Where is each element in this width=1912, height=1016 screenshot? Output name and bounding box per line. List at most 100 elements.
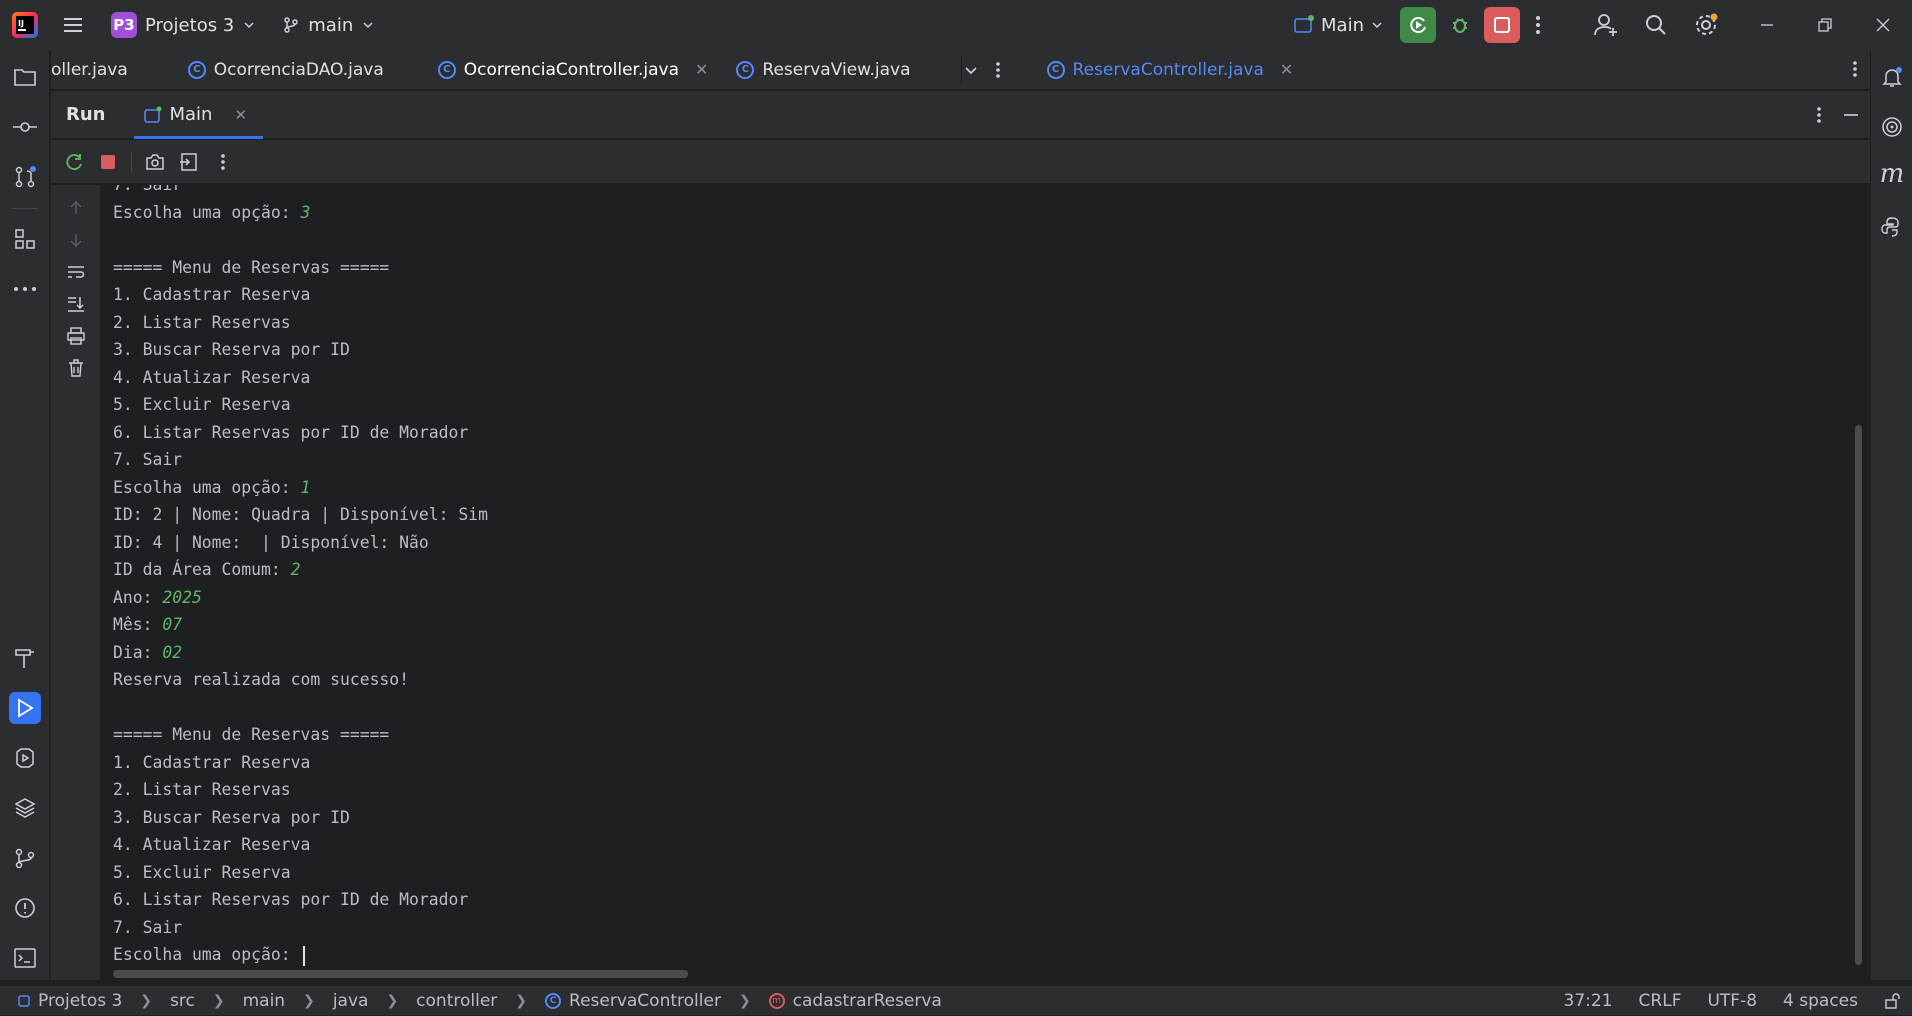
- add-user-icon: [1594, 14, 1617, 36]
- editor-tab[interactable]: C OcorrenciaDAO.java: [174, 50, 398, 89]
- console-line-text: 5. Excluir Reserva: [113, 862, 291, 882]
- breadcrumb-item[interactable]: ReservaController: [569, 991, 721, 1011]
- layers-tool-button[interactable]: [9, 792, 41, 824]
- rerun-button[interactable]: [1400, 7, 1436, 43]
- more-vertical-icon: [221, 153, 225, 170]
- breadcrumb-item[interactable]: cadastrarReserva: [793, 991, 942, 1011]
- scroll-to-end-button[interactable]: [65, 293, 87, 315]
- restore-button[interactable]: [1796, 0, 1854, 50]
- stop-run-button[interactable]: [97, 151, 119, 173]
- build-tool-button[interactable]: [9, 642, 41, 674]
- split-divider[interactable]: [961, 56, 962, 84]
- lock-open-icon[interactable]: [1884, 993, 1900, 1009]
- editor-tab[interactable]: C ReservaView.java: [722, 50, 924, 89]
- class-icon: C: [1046, 60, 1065, 79]
- file-encoding[interactable]: UTF-8: [1707, 991, 1757, 1011]
- scroll-down-button[interactable]: [65, 229, 87, 251]
- right-tool-window-bar: m: [1870, 50, 1912, 980]
- folder-icon: [14, 69, 36, 86]
- editor-tab[interactable]: C ReservaController.java ✕: [1033, 50, 1308, 89]
- tab-more-button[interactable]: [987, 50, 1009, 89]
- indent-setting[interactable]: 4 spaces: [1783, 991, 1858, 1011]
- run-tool-button[interactable]: [9, 692, 41, 724]
- caret-position[interactable]: 37:21: [1564, 991, 1613, 1011]
- close-window-button[interactable]: [1854, 0, 1912, 50]
- pull-requests-tool-button[interactable]: [9, 161, 41, 193]
- search-button[interactable]: [1634, 3, 1678, 47]
- breadcrumb-item[interactable]: src: [170, 991, 195, 1011]
- project-badge: P3: [111, 12, 137, 38]
- breadcrumb-item[interactable]: java: [333, 991, 369, 1011]
- breadcrumb-item[interactable]: controller: [416, 991, 497, 1011]
- print-button[interactable]: [65, 325, 87, 347]
- run-tab-main[interactable]: Main ✕: [133, 91, 263, 139]
- console-line: 2. Listar Reservas: [113, 309, 291, 336]
- branch-name: main: [308, 14, 354, 36]
- line-separator[interactable]: CRLF: [1639, 991, 1682, 1011]
- close-tab-icon[interactable]: ✕: [1280, 60, 1293, 79]
- rerun-button[interactable]: [63, 151, 85, 173]
- editor-tab[interactable]: oller.java: [51, 50, 142, 89]
- services-tool-button[interactable]: [9, 742, 41, 774]
- editor-tab[interactable]: C OcorrenciaController.java ✕: [424, 50, 723, 89]
- warning-circle-icon: [15, 898, 35, 918]
- minimize-button[interactable]: [1738, 0, 1796, 50]
- settings-button[interactable]: [1684, 3, 1728, 47]
- terminal-tool-button[interactable]: [9, 942, 41, 974]
- debug-button[interactable]: [1442, 7, 1478, 43]
- problems-tool-button[interactable]: [9, 892, 41, 924]
- structure-tool-button[interactable]: [9, 223, 41, 255]
- run-configuration-selector[interactable]: Main: [1293, 14, 1384, 36]
- console-line-text: 1. Cadastrar Reserva: [113, 285, 311, 304]
- console-line: 6. Listar Reservas por ID de Morador: [113, 886, 468, 913]
- console-line-text: ID: 4 | Nome: | Disponível: Não: [113, 532, 429, 552]
- breadcrumb-item[interactable]: main: [243, 991, 285, 1011]
- more-tool-windows-button[interactable]: [9, 273, 41, 305]
- console-line: 3. Buscar Reserva por ID: [113, 336, 350, 363]
- ai-assistant-button[interactable]: [1878, 113, 1906, 141]
- vcs-branch-switcher[interactable]: main: [282, 15, 375, 36]
- main-menu-icon[interactable]: [61, 13, 85, 37]
- exit-button[interactable]: [178, 151, 200, 173]
- run-more-button[interactable]: [212, 151, 234, 173]
- notifications-button[interactable]: [1878, 63, 1906, 91]
- hide-panel-icon[interactable]: [1842, 106, 1860, 124]
- trash-icon: [69, 359, 83, 377]
- console-line: Reserva realizada com sucesso!: [113, 666, 409, 693]
- close-tab-icon[interactable]: ✕: [695, 60, 708, 79]
- code-with-me-button[interactable]: [1584, 3, 1628, 47]
- project-tool-button[interactable]: [9, 61, 41, 93]
- class-icon: C: [545, 992, 562, 1009]
- clear-console-button[interactable]: [65, 357, 87, 379]
- tab-list-dropdown[interactable]: [955, 50, 987, 89]
- more-actions-button[interactable]: [1526, 3, 1550, 47]
- console-line-text: Dia:: [113, 642, 163, 662]
- git-tool-button[interactable]: [9, 842, 41, 874]
- python-console-button[interactable]: [1878, 213, 1906, 241]
- maven-button[interactable]: m: [1878, 159, 1906, 189]
- ai-spiral-icon: [1882, 117, 1902, 137]
- soft-wrap-button[interactable]: [65, 261, 87, 283]
- console-line-text: ID: 2 | Nome: Quadra | Disponível: Sim: [113, 505, 488, 524]
- stop-button[interactable]: [1484, 7, 1520, 43]
- console-output[interactable]: 7. Sair Escolha uma opção: 3 ===== Menu de…: [102, 185, 1870, 980]
- tab-more-button[interactable]: [1852, 60, 1858, 78]
- close-icon: [1876, 18, 1890, 32]
- horizontal-scrollbar[interactable]: [113, 970, 688, 978]
- camera-icon: [146, 153, 164, 170]
- console-line: 6. Listar Reservas por ID de Morador: [113, 419, 468, 446]
- console-line: 1. Cadastrar Reserva: [113, 749, 310, 776]
- console-line: 7. Sair: [113, 914, 182, 941]
- hammer-icon: [15, 649, 34, 668]
- project-switcher[interactable]: P3 Projetos 3: [111, 12, 256, 38]
- commit-tool-button[interactable]: [9, 111, 41, 143]
- more-vertical-icon[interactable]: [1816, 106, 1822, 124]
- scroll-up-button[interactable]: [65, 197, 87, 219]
- thread-dump-button[interactable]: [144, 151, 166, 173]
- close-run-tab-icon[interactable]: ✕: [234, 106, 247, 124]
- console-line-text: 6. Listar Reservas por ID de Morador: [113, 422, 469, 442]
- bell-icon: [1882, 67, 1902, 87]
- vertical-scrollbar[interactable]: [1855, 425, 1862, 965]
- breadcrumb-item[interactable]: Projetos 3: [38, 991, 122, 1011]
- breadcrumb-separator-icon: ❯: [140, 992, 153, 1009]
